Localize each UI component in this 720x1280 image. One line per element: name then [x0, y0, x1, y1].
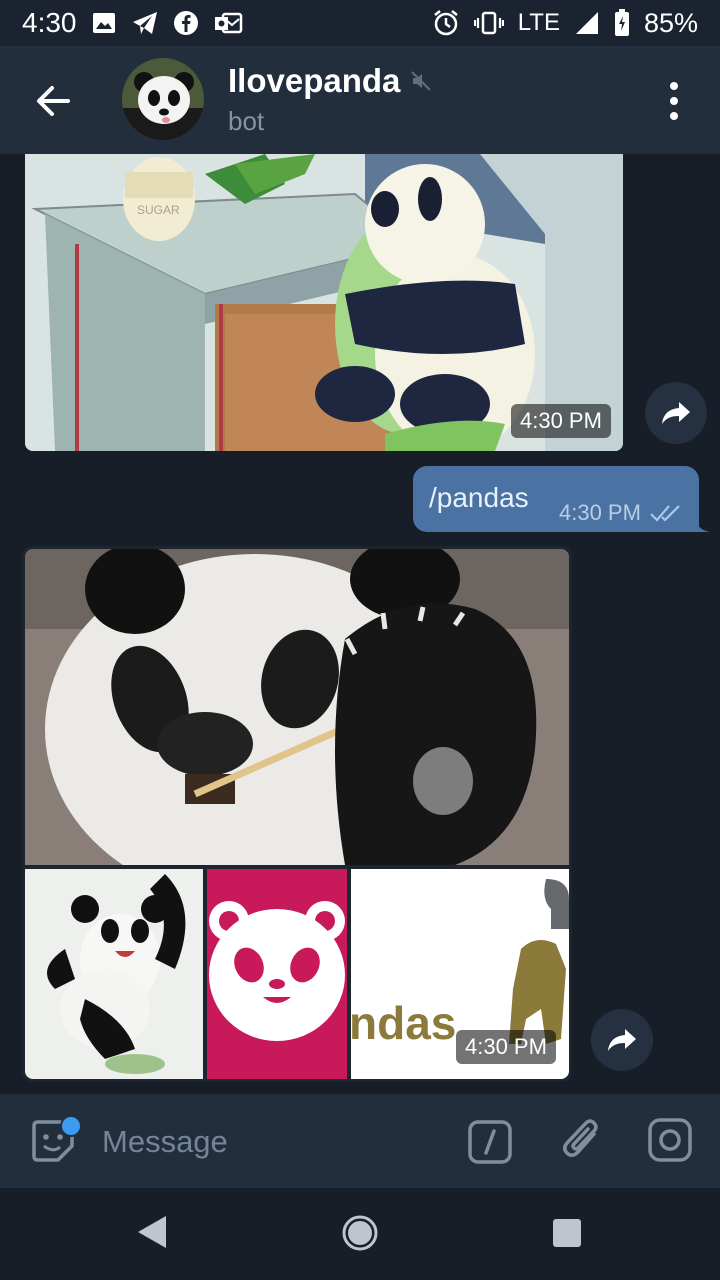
nav-recents-button[interactable]: [552, 1218, 582, 1253]
album-photo[interactable]: [25, 549, 569, 865]
share-button[interactable]: [591, 1009, 653, 1071]
outgoing-message[interactable]: /pandas 4:30 PM: [413, 466, 699, 532]
home-circle-icon: [342, 1215, 378, 1251]
back-button[interactable]: [30, 78, 76, 124]
chat-title[interactable]: Ilovepanda: [228, 62, 432, 100]
chat-header: Ilovepanda bot: [0, 46, 720, 154]
gallery-icon: [91, 11, 117, 35]
chat-title-text: Ilovepanda: [228, 62, 401, 99]
square-recents-icon: [553, 1219, 581, 1247]
cartoon-panda-dancing-image: [25, 869, 203, 1079]
album-message[interactable]: ndas 4:30 PM: [22, 546, 572, 1082]
more-menu-button[interactable]: [660, 76, 688, 126]
battery-icon: [614, 9, 630, 37]
message-time: 4:30 PM: [511, 404, 611, 438]
alarm-icon: [432, 9, 460, 37]
message-list[interactable]: SUGAR 4:30 PM /pandas 4:30 PM ndas 4:30 …: [0, 154, 720, 1094]
message-composer: [0, 1094, 720, 1188]
muted-icon: [411, 71, 432, 91]
attach-button[interactable]: [560, 1116, 604, 1166]
paperclip-icon: [563, 1119, 598, 1157]
message-time: 4:30 PM: [559, 500, 641, 525]
camera-icon: [648, 1118, 692, 1162]
triangle-back-icon: [138, 1216, 166, 1248]
avatar[interactable]: [122, 58, 204, 140]
share-button[interactable]: [645, 382, 707, 444]
network-type: LTE: [517, 9, 560, 36]
message-time: 4:30 PM: [456, 1030, 556, 1064]
message-photo[interactable]: SUGAR 4:30 PM: [25, 154, 623, 451]
battery-percent: 85%: [643, 7, 698, 38]
panda-avatar-icon: [122, 58, 204, 140]
signal-icon: [574, 10, 600, 36]
slash-command-icon: [468, 1120, 512, 1164]
double-check-icon: [650, 505, 680, 522]
share-arrow-icon: [608, 1029, 636, 1051]
svg-text:SUGAR: SUGAR: [137, 203, 180, 217]
share-arrow-icon: [662, 402, 690, 424]
bot-commands-button[interactable]: [468, 1120, 512, 1164]
message-input[interactable]: [100, 1118, 444, 1166]
camera-button[interactable]: [648, 1118, 692, 1162]
arrow-left-icon: [37, 86, 70, 116]
album-photo[interactable]: [207, 869, 347, 1079]
panda-eating-image: [25, 549, 569, 865]
telegram-icon: [131, 10, 159, 36]
album-photo[interactable]: [25, 869, 203, 1079]
status-time: 4:30: [22, 7, 77, 38]
notification-dot: [60, 1115, 82, 1137]
chat-subtitle: bot: [228, 106, 265, 136]
status-bar-right: LTE 85%: [432, 8, 698, 39]
nav-home-button[interactable]: [341, 1214, 379, 1257]
status-bar: 4:30 LTE 85%: [0, 0, 720, 46]
nav-back-button[interactable]: [136, 1214, 168, 1255]
facebook-icon: [173, 10, 199, 36]
message-meta: 4:30 PM: [559, 500, 683, 526]
message-text: /pandas: [429, 482, 529, 513]
more-vertical-icon: [670, 82, 678, 120]
bubble-tail: [696, 520, 710, 532]
logo-text: ndas: [351, 997, 456, 1049]
vibrate-icon: [473, 10, 504, 36]
status-bar-left: 4:30: [22, 7, 243, 39]
system-nav-bar: [0, 1188, 720, 1280]
outlook-icon: [213, 11, 243, 35]
pink-panda-logo-image: [207, 869, 347, 1079]
